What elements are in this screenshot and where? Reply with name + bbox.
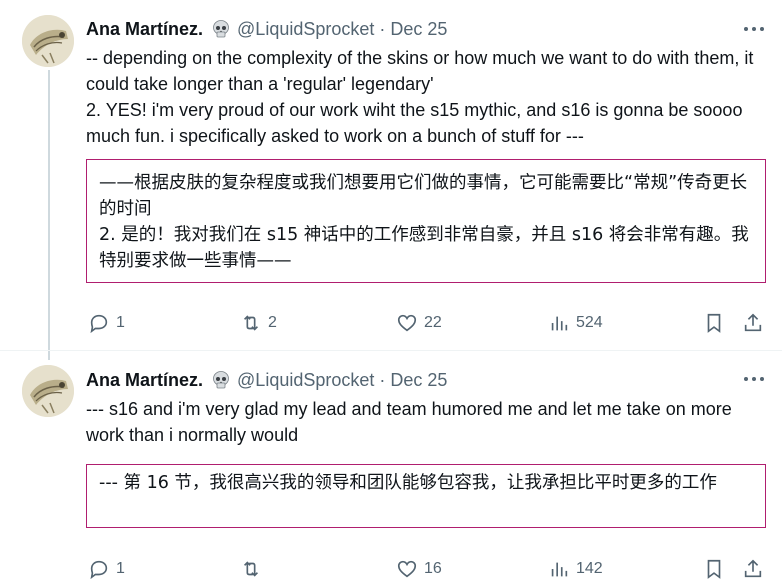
tweet-text: -- depending on the complexity of the sk…	[86, 48, 754, 146]
share-icon	[744, 559, 762, 578]
translation-box: ——根据皮肤的复杂程度或我们想要用它们做的事情，它可能需要比“常规”传奇更长的时…	[86, 159, 766, 283]
retweet-button[interactable]	[240, 556, 268, 582]
bookmark-button[interactable]	[703, 556, 725, 582]
separator-dot: ·	[379, 18, 386, 39]
tweet-actions: 1 2 22 524	[86, 310, 766, 336]
tweet[interactable]: Ana Martínez. @LiquidSprocket · Dec 25 -…	[0, 0, 782, 350]
author-name[interactable]: Ana Martínez.	[86, 19, 203, 40]
like-button[interactable]: 16	[396, 556, 442, 582]
reply-button[interactable]: 1	[88, 556, 125, 582]
bookmark-icon	[707, 559, 721, 579]
heart-icon	[397, 560, 417, 578]
retweet-count: 2	[268, 314, 277, 331]
reply-icon	[90, 560, 108, 580]
translation-box: --- 第 16 节，我很高兴我的领导和团队能够包容我，让我承担比平时更多的工作	[86, 464, 766, 528]
bookmark-button[interactable]	[703, 310, 725, 336]
tweet[interactable]: Ana Martínez. @LiquidSprocket · Dec 25 -…	[0, 350, 782, 586]
like-count: 16	[424, 560, 442, 577]
more-horizontal-icon[interactable]	[744, 369, 764, 389]
author-handle[interactable]: @LiquidSprocket	[237, 19, 374, 40]
avatar[interactable]	[22, 365, 74, 417]
bookmark-icon	[707, 313, 721, 333]
retweet-icon	[243, 315, 259, 331]
retweet-icon	[243, 561, 259, 577]
retweet-button[interactable]: 2	[240, 310, 277, 336]
avatar[interactable]	[22, 15, 74, 67]
author-handle[interactable]: @LiquidSprocket	[237, 370, 374, 391]
skull-icon	[213, 371, 229, 389]
tweet-header: Ana Martínez. @LiquidSprocket · Dec 25	[86, 17, 447, 41]
reply-count: 1	[116, 314, 125, 331]
heart-icon	[397, 314, 417, 332]
views-button[interactable]: 142	[548, 556, 603, 582]
analytics-icon	[551, 562, 568, 577]
author-name[interactable]: Ana Martínez.	[86, 370, 203, 391]
tweet-actions: 1 16 142	[86, 556, 766, 582]
share-button[interactable]	[742, 556, 764, 582]
tweet-header: Ana Martínez. @LiquidSprocket · Dec 25	[86, 368, 447, 392]
skull-icon	[213, 20, 229, 38]
analytics-icon	[551, 316, 568, 331]
tweet-date[interactable]: Dec 25	[390, 19, 447, 40]
tweet-date[interactable]: Dec 25	[390, 370, 447, 391]
views-count: 142	[576, 560, 603, 577]
like-button[interactable]: 22	[396, 310, 442, 336]
reply-icon	[90, 314, 108, 334]
separator-dot: ·	[379, 369, 386, 390]
reply-count: 1	[116, 560, 125, 577]
reply-button[interactable]: 1	[88, 310, 125, 336]
views-button[interactable]: 524	[548, 310, 603, 336]
more-horizontal-icon[interactable]	[744, 19, 764, 39]
share-button[interactable]	[742, 310, 764, 336]
share-icon	[744, 313, 762, 332]
like-count: 22	[424, 314, 442, 331]
tweet-text: --- s16 and i'm very glad my lead and te…	[86, 399, 732, 445]
views-count: 524	[576, 314, 603, 331]
